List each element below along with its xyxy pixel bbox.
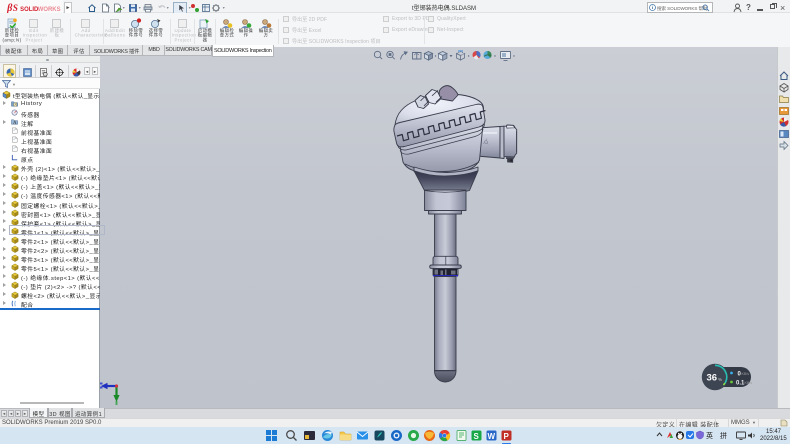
svg-text:P: P bbox=[504, 432, 510, 441]
svg-text:W: W bbox=[488, 432, 496, 441]
svg-text:KB/s: KB/s bbox=[742, 372, 750, 376]
svg-text:S: S bbox=[474, 432, 480, 441]
svg-text:WORKS: WORKS bbox=[38, 6, 61, 12]
svg-text:%: % bbox=[718, 377, 722, 382]
svg-text:SOLID: SOLID bbox=[20, 6, 39, 12]
svg-text:36: 36 bbox=[707, 373, 718, 384]
svg-text:A: A bbox=[13, 121, 17, 125]
svg-text:KB/s: KB/s bbox=[745, 381, 753, 385]
